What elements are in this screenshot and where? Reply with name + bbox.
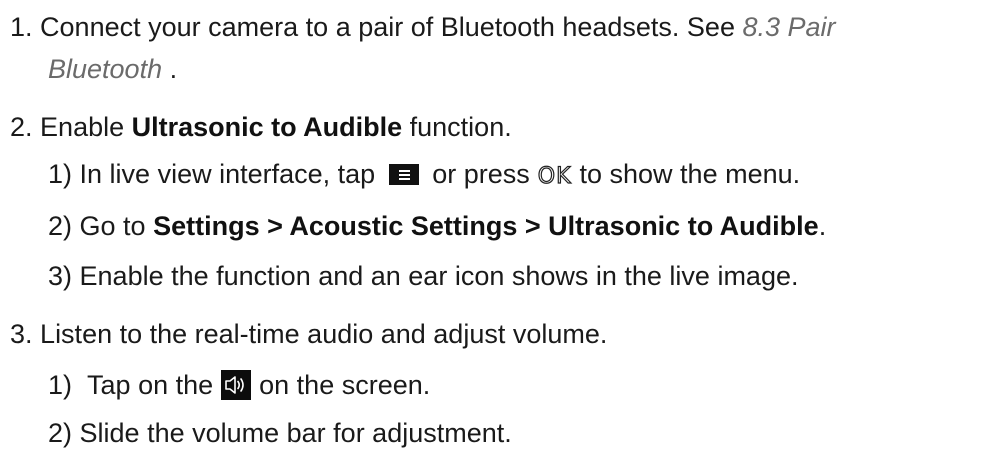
- section-link-cont[interactable]: Bluetooth: [48, 54, 162, 84]
- step-text: Listen to the real-time audio and adjust…: [40, 319, 608, 349]
- substep-text: Slide the volume bar for adjustment.: [79, 418, 512, 448]
- step-number: 2.: [10, 112, 33, 142]
- substep-text: or press: [432, 159, 530, 189]
- step-2: 2. Enable Ultrasonic to Audible function…: [10, 114, 512, 141]
- step-text-end: .: [162, 54, 178, 84]
- substep-text: Tap on the: [87, 370, 214, 400]
- substep-text: Enable the function and an ear icon show…: [79, 261, 799, 291]
- substep-text: on the screen.: [259, 370, 431, 400]
- step-number: 3.: [10, 319, 33, 349]
- substep-2-2: 2) Go to Settings > Acoustic Settings > …: [48, 213, 826, 240]
- substep-text: Go to: [79, 211, 154, 241]
- substep-number: 2): [48, 211, 73, 241]
- substep-3-1: 1) Tap on the on the screen.: [48, 370, 430, 400]
- substep-text: In live view interface, tap: [79, 159, 383, 189]
- menu-icon: [388, 164, 419, 185]
- step-text: Enable: [40, 112, 132, 142]
- step-number: 1.: [10, 12, 33, 42]
- substep-number: 2): [48, 418, 73, 448]
- settings-path: Settings > Acoustic Settings > Ultrasoni…: [153, 211, 819, 241]
- step-1: 1. Connect your camera to a pair of Blue…: [10, 14, 836, 41]
- substep-number: 1): [48, 159, 73, 189]
- substep-text: to show the menu.: [579, 159, 801, 189]
- step-1-continuation: Bluetooth .: [48, 56, 177, 83]
- substep-text-end: .: [818, 211, 827, 241]
- volume-icon: [221, 370, 252, 400]
- step-text: Connect your camera to a pair of Bluetoo…: [40, 12, 743, 42]
- substep-number: 3): [48, 261, 73, 291]
- substep-number: 1): [48, 370, 73, 400]
- section-link[interactable]: 8.3 Pair: [742, 12, 835, 42]
- step-text-end: function.: [402, 112, 512, 142]
- substep-2-3: 3) Enable the function and an ear icon s…: [48, 263, 799, 290]
- function-name: Ultrasonic to Audible: [131, 112, 403, 142]
- substep-3-2: 2) Slide the volume bar for adjustment.: [48, 420, 512, 447]
- ok-button-icon: OK: [537, 164, 572, 189]
- substep-2-1: 1) In live view interface, tap or press O…: [48, 159, 801, 189]
- step-3: 3. Listen to the real-time audio and adj…: [10, 321, 607, 348]
